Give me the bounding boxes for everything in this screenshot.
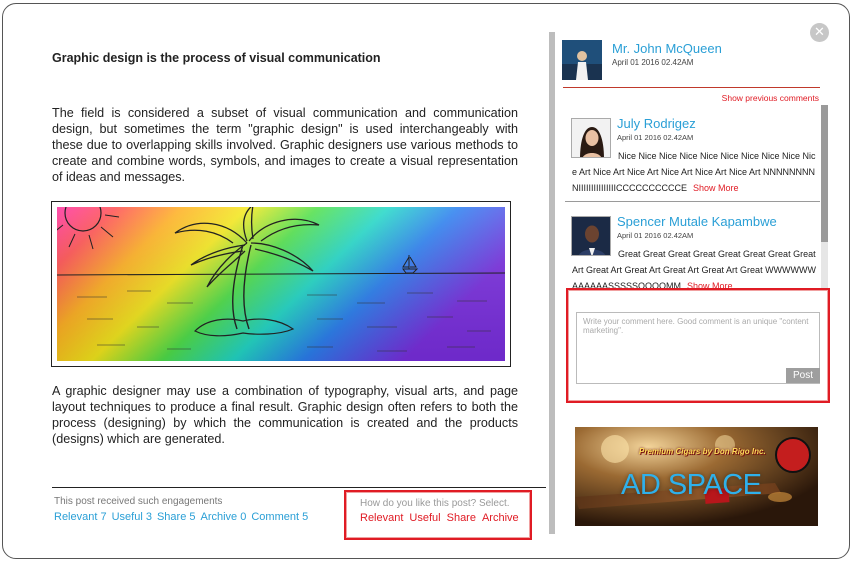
stat-relevant[interactable]: Relevant 7: [54, 511, 107, 523]
engagement-caption: This post received such engagements: [54, 496, 223, 507]
reaction-panel: How do you like this post? Select. Relev…: [344, 490, 532, 540]
comment-input[interactable]: [576, 312, 820, 384]
post-title: Graphic design is the process of visual …: [52, 51, 381, 65]
comment-form: Post: [566, 288, 830, 403]
author-photo: [562, 40, 602, 80]
ad-logo: [775, 437, 811, 473]
close-icon[interactable]: ✕: [810, 23, 829, 42]
author-avatar[interactable]: [562, 40, 602, 80]
author-name[interactable]: Mr. John McQueen: [612, 41, 722, 56]
stat-share[interactable]: Share 5: [157, 511, 196, 523]
author-date: April 01 2016 02.42AM: [612, 58, 694, 67]
column-divider: [549, 32, 555, 534]
post-paragraph-1: The field is considered a subset of visu…: [52, 106, 518, 184]
reaction-actions: Relevant Useful Share Archive: [360, 512, 519, 524]
commenter-name[interactable]: Spencer Mutale Kapambwe: [617, 214, 777, 229]
react-share-button[interactable]: Share: [447, 512, 476, 524]
ad-space-label: AD SPACE: [621, 469, 762, 501]
stat-comment[interactable]: Comment 5: [251, 511, 308, 523]
comment-text: Nice Nice Nice Nice Nice Nice Nice Nice …: [572, 148, 820, 196]
commenter-name[interactable]: July Rodrigez: [617, 116, 696, 131]
comment-date: April 01 2016 02.42AM: [617, 231, 694, 240]
stat-useful[interactable]: Useful 3: [112, 511, 152, 523]
post-paragraph-2: A graphic designer may use a combination…: [52, 384, 518, 446]
engagement-divider: [52, 487, 546, 488]
ad-tagline: Premium Cigars by Don Rigo Inc.: [639, 447, 766, 456]
show-previous-comments-link[interactable]: Show previous comments: [722, 93, 819, 103]
ad-banner[interactable]: Premium Cigars by Don Rigo Inc. AD SPACE: [575, 427, 818, 526]
react-relevant-button[interactable]: Relevant: [360, 512, 403, 524]
rainbow-beach-illustration: [57, 207, 505, 361]
react-archive-button[interactable]: Archive: [482, 512, 519, 524]
comment-date: April 01 2016 02.42AM: [617, 133, 694, 142]
react-useful-button[interactable]: Useful: [409, 512, 440, 524]
comments-scrollbar-thumb[interactable]: [821, 105, 828, 242]
comment-separator: [565, 201, 820, 202]
reaction-question: How do you like this post? Select.: [360, 498, 510, 509]
show-more-link[interactable]: Show More: [693, 183, 739, 193]
post-button[interactable]: Post: [786, 368, 820, 383]
comments-list[interactable]: July Rodrigez April 01 2016 02.42AM Nice…: [565, 105, 820, 290]
comments-rule: [563, 87, 820, 88]
post-image: [51, 201, 511, 367]
comment-text: Great Great Great Great Great Great Grea…: [572, 246, 820, 290]
stat-archive[interactable]: Archive 0: [200, 511, 246, 523]
engagement-stats: Relevant 7 Useful 3 Share 5 Archive 0 Co…: [54, 511, 308, 523]
